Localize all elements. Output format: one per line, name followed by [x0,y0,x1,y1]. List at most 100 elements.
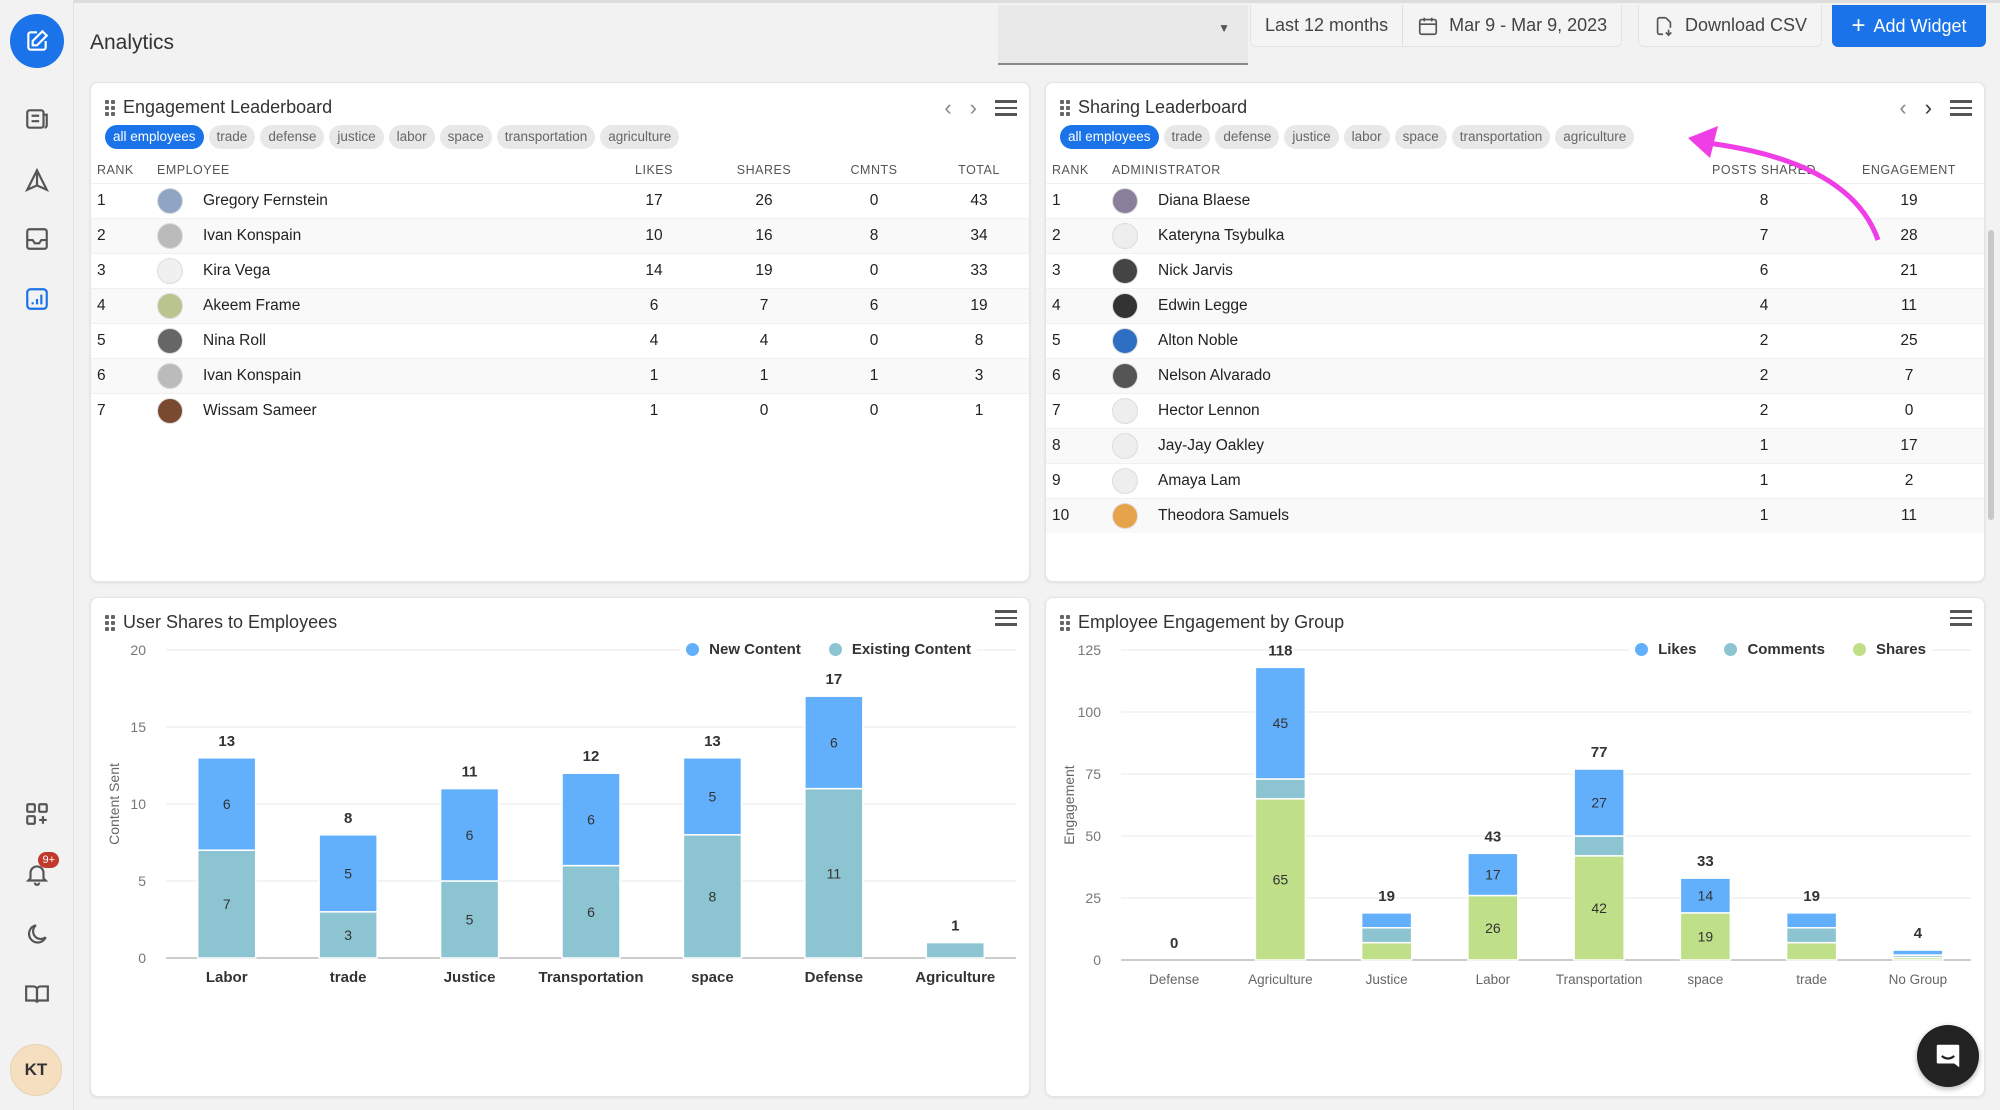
col-rank[interactable]: RANK [1046,157,1106,183]
legend-new-content[interactable]: New Content [686,641,801,658]
col-cmnts[interactable]: CMNTS [819,157,929,183]
filter-chip[interactable]: agriculture [600,125,680,149]
filter-chip[interactable]: trade [1163,125,1211,149]
filter-chip[interactable]: trade [208,125,256,149]
y-tick-label: 10 [130,796,146,812]
col-employee[interactable]: EMPLOYEE [151,157,599,183]
drag-handle-icon[interactable] [105,99,115,116]
sidebar-item-share[interactable] [13,156,61,204]
filter-chip[interactable]: justice [329,125,384,149]
table-row[interactable]: 4 Edwin Legge 4 11 [1046,287,1984,323]
sidebar-item-inbox[interactable] [13,215,61,263]
table-row[interactable]: 6 Nelson Alvarado 2 7 [1046,357,1984,393]
segment-label: 17 [1485,866,1501,882]
user-avatar[interactable]: KT [10,1044,62,1096]
person-name: Alton Noble [1158,331,1239,349]
total-cell: 43 [929,182,1029,218]
legend-existing-content[interactable]: Existing Content [828,641,971,658]
chevron-right-icon[interactable]: › [970,95,977,121]
chevron-right-icon[interactable]: › [1925,95,1932,121]
date-picker-button[interactable]: Mar 9 - Mar 9, 2023 [1402,5,1621,46]
table-row[interactable]: 3 Kira Vega 14 19 0 33 [91,252,1029,288]
person-name: Hector Lennon [1158,401,1260,419]
table-row[interactable]: 6 Ivan Konspain 1 1 1 3 [91,357,1029,393]
legend-shares[interactable]: Shares [1852,641,1926,658]
table-row[interactable]: 9 Amaya Lam 1 2 [1046,462,1984,498]
filter-chip[interactable]: labor [1343,125,1390,149]
table-row[interactable]: 5 Alton Noble 2 25 [1046,322,1984,358]
rank-cell: 8 [1046,427,1106,463]
drag-handle-icon[interactable] [1060,99,1070,116]
moon-icon [27,924,47,944]
sidebar-item-apps[interactable] [13,790,61,838]
col-total[interactable]: TOTAL [929,157,1029,183]
sidebar-item-notifications[interactable]: 9+ [13,850,61,898]
group-select[interactable]: ▼ [998,5,1248,65]
table-row[interactable]: 1 Gregory Fernstein 17 26 0 43 [91,182,1029,218]
download-file-icon [1656,16,1672,36]
chevron-left-icon[interactable]: ‹ [1899,95,1906,121]
table-row[interactable]: 2 Kateryna Tsybulka 7 28 [1046,217,1984,253]
bar-segment[interactable] [1892,949,1944,956]
table-row[interactable]: 4 Akeem Frame 6 7 6 19 [91,287,1029,323]
filter-chip[interactable]: all employees [1060,125,1159,149]
x-tick-label: Justice [444,969,496,986]
bar-segment[interactable] [1785,941,1838,961]
posts-shared-cell: 8 [1694,182,1834,218]
bar-segment[interactable] [1573,835,1625,857]
bar-segment[interactable] [1360,941,1413,961]
bar-segment[interactable] [1785,927,1838,944]
legend-label: Likes [1658,641,1697,658]
sidebar-item-analytics[interactable] [13,275,61,323]
sidebar-item-dark-mode[interactable] [13,910,61,958]
filter-chip[interactable]: transportation [496,125,596,149]
table-row[interactable]: 7 Wissam Sameer 1 0 0 1 [91,392,1029,428]
col-likes[interactable]: LIKES [599,157,709,183]
total-label: 8 [344,810,352,827]
table-row[interactable]: 10 Theodora Samuels 1 11 [1046,497,1984,533]
engagement-cell: 11 [1834,287,1984,323]
filter-chip[interactable]: space [439,125,492,149]
table-row[interactable]: 5 Nina Roll 4 4 0 8 [91,322,1029,358]
filter-chip[interactable]: transportation [1451,125,1551,149]
col-posts-shared[interactable]: POSTS SHARED [1694,157,1834,183]
likes-cell: 6 [599,287,709,323]
scrollbar[interactable] [1988,230,1994,520]
filter-chip[interactable]: defense [1215,125,1280,149]
bar-segment[interactable] [1785,912,1838,929]
chat-launcher-button[interactable] [1917,1025,1979,1087]
bar-segment[interactable] [1360,912,1413,929]
filter-chip[interactable]: justice [1284,125,1339,149]
menu-icon[interactable] [1950,100,1972,116]
compose-button[interactable] [10,14,64,68]
col-administrator[interactable]: ADMINISTRATOR [1106,157,1694,183]
table-row[interactable]: 2 Ivan Konspain 10 16 8 34 [91,217,1029,253]
sidebar-item-content[interactable] [13,95,61,143]
table-row[interactable]: 1 Diana Blaese 8 19 [1046,182,1984,218]
card-title: Engagement Leaderboard [123,97,333,117]
legend-comments[interactable]: Comments [1724,641,1825,658]
bar-segment[interactable] [1254,778,1307,800]
legend-likes[interactable]: Likes [1635,641,1696,658]
col-shares[interactable]: SHARES [709,157,819,183]
table-row[interactable]: 3 Nick Jarvis 6 21 [1046,252,1984,288]
menu-icon[interactable] [995,100,1017,116]
add-widget-button[interactable]: + Add Widget [1832,5,1986,47]
filter-chip[interactable]: defense [260,125,325,149]
rank-cell: 4 [91,287,151,323]
bar-segment[interactable] [925,941,986,959]
filter-chip[interactable]: all employees [105,125,204,149]
range-preset-button[interactable]: Last 12 months [1251,5,1402,46]
sidebar-item-docs[interactable] [13,970,61,1018]
table-row[interactable]: 8 Jay-Jay Oakley 1 17 [1046,427,1984,463]
table-row[interactable]: 7 Hector Lennon 2 0 [1046,392,1984,428]
filter-chip[interactable]: space [1394,125,1447,149]
chevron-left-icon[interactable]: ‹ [944,95,951,121]
col-rank[interactable]: RANK [91,157,151,183]
filter-chip[interactable]: labor [388,125,435,149]
col-engagement[interactable]: ENGAGEMENT [1834,157,1984,183]
download-csv-button[interactable]: Download CSV [1638,5,1823,47]
shares-cell: 7 [709,287,819,323]
bar-segment[interactable] [1360,927,1413,944]
filter-chip[interactable]: agriculture [1555,125,1635,149]
